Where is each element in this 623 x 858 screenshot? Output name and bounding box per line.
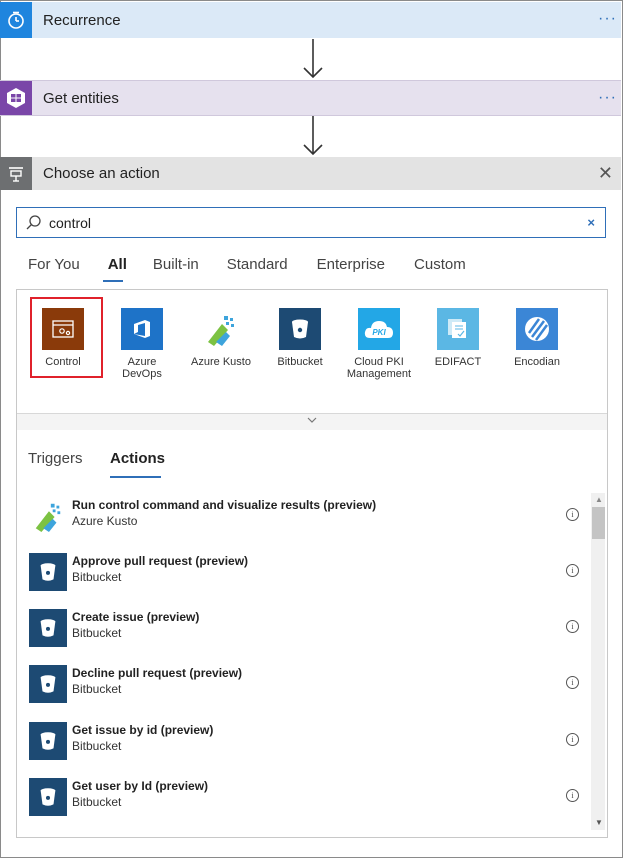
- info-icon[interactable]: i: [566, 508, 579, 521]
- tab-all[interactable]: All: [108, 256, 127, 273]
- connector-label: EDIFACT: [434, 356, 482, 368]
- info-icon[interactable]: i: [566, 789, 579, 802]
- tab-built-in[interactable]: Built-in: [153, 256, 199, 273]
- svg-text:PKI: PKI: [372, 328, 386, 337]
- step-choose-action: Choose an action ✕: [0, 157, 621, 190]
- action-name: Create issue (preview): [72, 610, 200, 624]
- step-recurrence[interactable]: Recurrence ···: [0, 2, 621, 38]
- bitbucket-icon: [29, 665, 67, 703]
- bitbucket-icon: [279, 308, 321, 350]
- action-name: Approve pull request (preview): [72, 554, 249, 568]
- search-input[interactable]: [47, 213, 571, 232]
- action-name: Get issue by id (preview): [72, 723, 214, 737]
- connector-label: Azure: [127, 356, 157, 368]
- more-options-icon[interactable]: ···: [598, 10, 617, 28]
- tab-custom[interactable]: Custom: [414, 256, 466, 273]
- bitbucket-icon: [29, 553, 67, 591]
- info-icon[interactable]: i: [566, 733, 579, 746]
- bitbucket-icon: [29, 778, 67, 816]
- connector-label: Azure Kusto: [191, 356, 251, 368]
- step-get-entities[interactable]: Get entities ···: [0, 80, 621, 116]
- connector-bitbucket[interactable]: Bitbucket: [260, 308, 340, 368]
- tab-enterprise[interactable]: Enterprise: [317, 256, 385, 273]
- connector-label: Encodian: [514, 356, 560, 368]
- cloud-pki-icon: PKI: [358, 308, 400, 350]
- arrow-down-icon: [303, 39, 323, 79]
- action-item[interactable]: Create issue (preview) Bitbucket i: [29, 609, 579, 649]
- tab-for-you[interactable]: For You: [28, 256, 80, 273]
- tab-standard[interactable]: Standard: [227, 256, 288, 273]
- connector-label: Cloud PKI: [354, 356, 404, 368]
- action-item[interactable]: Decline pull request (preview) Bitbucket…: [29, 665, 579, 705]
- tab-actions[interactable]: Actions: [110, 450, 165, 467]
- info-icon[interactable]: i: [566, 564, 579, 577]
- action-name: Run control command and visualize result…: [72, 498, 377, 512]
- search-box[interactable]: ×: [16, 207, 606, 238]
- connector-cloud-pki[interactable]: PKI Cloud PKI Management: [339, 308, 419, 380]
- scrollbar-thumb[interactable]: [592, 507, 605, 539]
- table-storage-icon: [0, 81, 32, 115]
- clear-search-icon[interactable]: ×: [587, 215, 595, 230]
- encodian-icon: [516, 308, 558, 350]
- scrollbar[interactable]: [591, 493, 605, 830]
- connector-azure-kusto[interactable]: Azure Kusto: [181, 308, 261, 368]
- category-tabs: For You All Built-in Standard Enterprise…: [28, 256, 466, 273]
- bitbucket-icon: [29, 609, 67, 647]
- azure-devops-icon: [121, 308, 163, 350]
- clock-icon: [0, 2, 32, 38]
- connector-azure-devops[interactable]: Azure DevOps: [102, 308, 182, 380]
- info-icon[interactable]: i: [566, 676, 579, 689]
- action-connector: Bitbucket: [72, 682, 122, 696]
- bitbucket-icon: [29, 722, 67, 760]
- step-title: Get entities: [43, 89, 119, 107]
- action-connector: Azure Kusto: [72, 514, 138, 528]
- selected-connector-highlight: [30, 297, 103, 378]
- search-icon: [26, 214, 41, 229]
- action-item[interactable]: Approve pull request (preview) Bitbucket…: [29, 553, 579, 593]
- action-connector: Bitbucket: [72, 626, 122, 640]
- scroll-up-icon[interactable]: ▲: [595, 495, 603, 504]
- close-icon[interactable]: ✕: [598, 163, 613, 184]
- more-options-icon[interactable]: ···: [598, 89, 617, 107]
- chevron-down-icon: [307, 417, 317, 423]
- azure-kusto-icon: [200, 308, 242, 350]
- azure-kusto-icon: [29, 497, 67, 535]
- scroll-down-icon[interactable]: ▼: [595, 818, 603, 827]
- action-item[interactable]: Run control command and visualize result…: [29, 497, 579, 537]
- connector-label: Bitbucket: [277, 356, 323, 368]
- action-connector: Bitbucket: [72, 795, 122, 809]
- action-item[interactable]: Get issue by id (preview) Bitbucket i: [29, 722, 579, 762]
- step-title: Choose an action: [43, 165, 160, 182]
- connector-edifact[interactable]: EDIFACT: [418, 308, 498, 368]
- step-title: Recurrence: [43, 11, 121, 29]
- edifact-icon: [437, 308, 479, 350]
- action-item[interactable]: Get user by Id (preview) Bitbucket i: [29, 778, 579, 818]
- action-icon: [0, 157, 32, 190]
- action-connector: Bitbucket: [72, 570, 122, 584]
- connector-label: DevOps: [122, 368, 162, 380]
- info-icon[interactable]: i: [566, 620, 579, 633]
- arrow-down-icon: [303, 116, 323, 156]
- action-name: Decline pull request (preview): [72, 666, 243, 680]
- tab-underline: [110, 476, 161, 478]
- tab-underline: [103, 280, 123, 282]
- action-connector: Bitbucket: [72, 739, 122, 753]
- connector-label: Management: [346, 368, 412, 380]
- connector-encodian[interactable]: Encodian: [497, 308, 577, 368]
- tab-triggers[interactable]: Triggers: [28, 450, 82, 467]
- action-name: Get user by Id (preview): [72, 779, 209, 793]
- expand-connectors-button[interactable]: [17, 413, 607, 430]
